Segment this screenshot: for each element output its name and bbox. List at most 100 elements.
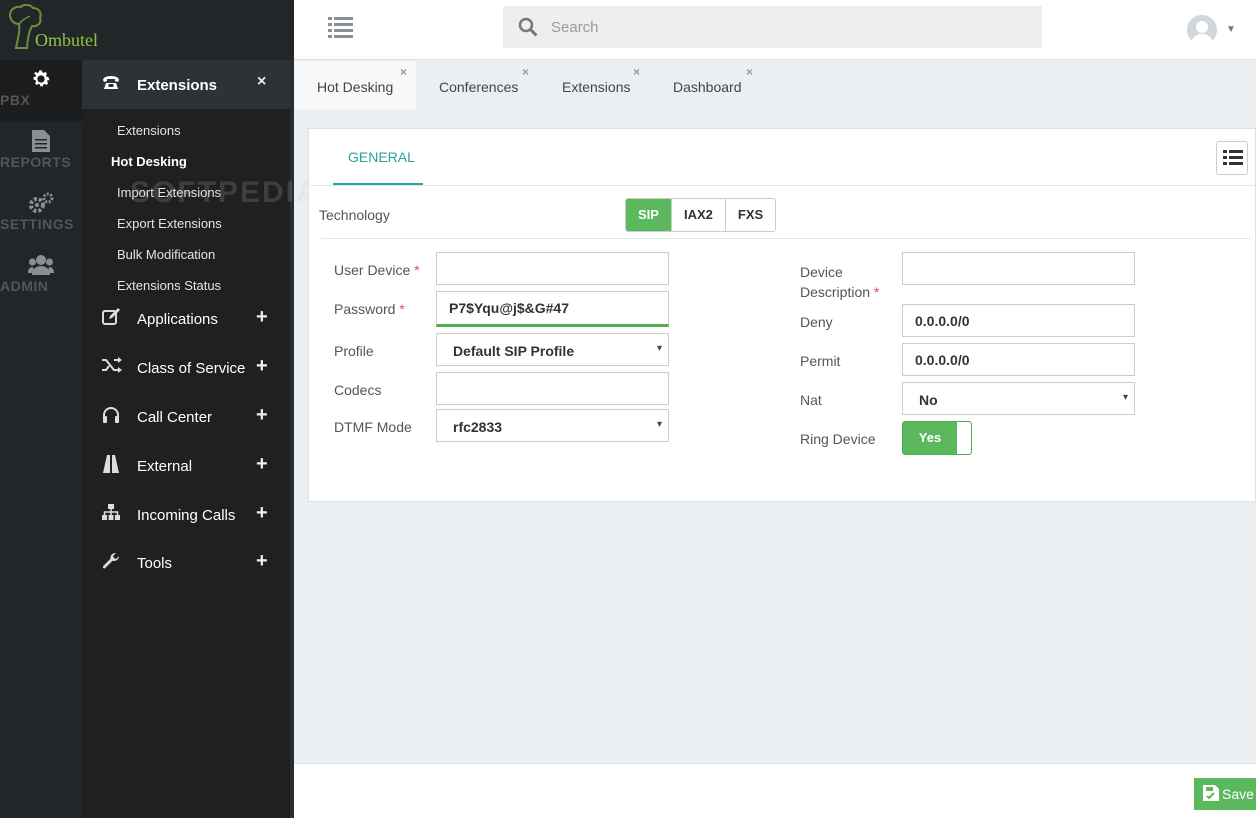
rail-item-admin[interactable]: ADMIN <box>0 246 82 308</box>
list-view-button[interactable] <box>1216 141 1248 175</box>
codecs-input[interactable] <box>436 372 669 405</box>
user-avatar[interactable] <box>1187 15 1217 45</box>
shuffle-icon <box>102 357 122 377</box>
rail-item-pbx[interactable]: PBX <box>0 60 82 122</box>
ring-device-toggle-state: Yes <box>903 422 957 454</box>
profile-select[interactable]: Default SIP Profile ▾ <box>436 333 669 366</box>
logo-area: Ombutel <box>0 0 294 60</box>
permit-label: Permit <box>800 353 841 369</box>
chevron-down-icon[interactable]: ▼ <box>1226 24 1236 35</box>
sidebar-header-extensions[interactable]: Extensions × <box>82 60 290 109</box>
technology-option-sip[interactable]: SIP <box>626 199 672 231</box>
expand-icon[interactable]: + <box>256 355 268 378</box>
ring-device-toggle[interactable]: Yes <box>902 421 972 455</box>
close-icon[interactable]: × <box>257 73 266 91</box>
password-input[interactable] <box>436 291 669 327</box>
sidebar-edge <box>290 60 294 818</box>
technology-label: Technology <box>319 207 390 223</box>
user-device-label-text: User Device <box>334 262 411 278</box>
user-device-label: User Device * <box>334 262 420 278</box>
expand-icon[interactable]: + <box>256 502 268 525</box>
wrench-icon <box>102 552 120 574</box>
tab-label: Hot Desking <box>317 79 394 95</box>
save-label: Save <box>1222 786 1254 802</box>
menu-label: Call Center <box>137 409 213 426</box>
rail-label: PBX <box>0 92 31 108</box>
menu-label: Tools <box>137 555 173 572</box>
codecs-label: Codecs <box>334 382 382 398</box>
edit-icon <box>102 308 120 330</box>
technology-option-fxs[interactable]: FXS <box>725 199 776 231</box>
sidebar-item-call-center[interactable]: Call Center + <box>82 404 290 434</box>
search-icon <box>518 17 538 42</box>
nat-label: Nat <box>800 392 822 408</box>
sidebar-subitem-extensions-status[interactable]: Extensions Status <box>117 278 221 293</box>
tab-dashboard[interactable]: Dashboard × <box>650 61 762 109</box>
search-input[interactable] <box>551 16 1021 38</box>
close-icon[interactable]: × <box>400 65 407 79</box>
deny-label: Deny <box>800 314 833 330</box>
dtmf-mode-select[interactable]: rfc2833 ▾ <box>436 409 669 442</box>
device-description-input[interactable] <box>902 252 1135 285</box>
tab-label: Conferences <box>439 79 519 95</box>
expand-icon[interactable]: + <box>256 404 268 427</box>
menu-label: Applications <box>137 311 218 328</box>
close-icon[interactable]: × <box>746 65 753 79</box>
tab-conferences[interactable]: Conferences × <box>416 61 538 109</box>
sidebar-item-applications[interactable]: Applications + <box>82 306 290 336</box>
divider <box>309 185 1256 186</box>
deny-input[interactable] <box>902 304 1135 337</box>
device-description-label: Device Description * <box>800 262 879 302</box>
expand-icon[interactable]: + <box>256 550 268 573</box>
sidebar-item-class-of-service[interactable]: Class of Service + <box>82 355 290 385</box>
nat-value: No <box>919 392 938 408</box>
sidebar-subitem-extensions[interactable]: Extensions <box>117 123 181 138</box>
sitemap-icon <box>102 504 120 524</box>
tab-label: Extensions <box>562 79 631 95</box>
close-icon[interactable]: × <box>522 65 529 79</box>
nat-select[interactable]: No ▾ <box>902 382 1135 415</box>
sidebar-subitem-bulk-modification[interactable]: Bulk Modification <box>117 247 215 262</box>
expand-icon[interactable]: + <box>256 453 268 476</box>
dtmf-mode-label: DTMF Mode <box>334 419 412 435</box>
tab-extensions[interactable]: Extensions × <box>539 61 649 109</box>
rail-item-settings[interactable]: SETTINGS <box>0 184 82 246</box>
list-icon <box>1223 150 1243 165</box>
document-icon <box>0 122 82 152</box>
expand-icon[interactable]: + <box>256 306 268 329</box>
rail-item-reports[interactable]: REPORTS <box>0 122 82 184</box>
sidebar-item-incoming-calls[interactable]: Incoming Calls + <box>82 502 290 532</box>
tab-general[interactable]: GENERAL <box>333 129 423 185</box>
technology-selector: SIP IAX2 FXS <box>625 198 777 232</box>
road-icon <box>102 455 120 477</box>
close-icon[interactable]: × <box>633 65 640 79</box>
sidebar-subitem-export-extensions[interactable]: Export Extensions <box>117 216 222 231</box>
required-mark: * <box>873 284 880 300</box>
dtmf-mode-value: rfc2833 <box>453 419 503 435</box>
rail-label: SETTINGS <box>0 216 75 232</box>
profile-label: Profile <box>334 343 374 359</box>
user-device-input[interactable] <box>436 252 669 285</box>
profile-value: Default SIP Profile <box>453 343 575 359</box>
tab-label: Dashboard <box>673 79 742 95</box>
pbx-sidebar: Extensions × Extensions Hot Desking Impo… <box>82 60 294 818</box>
tab-hot-desking[interactable]: Hot Desking × <box>294 61 416 109</box>
sidebar-subitem-hot-desking[interactable]: Hot Desking <box>111 154 187 169</box>
technology-option-iax2[interactable]: IAX2 <box>671 199 726 231</box>
chevron-down-icon: ▾ <box>1122 392 1128 403</box>
main-nav-rail: PBX REPORTS SETTINGS ADMIN <box>0 60 82 818</box>
device-description-label-line2: Description <box>800 284 871 300</box>
rail-label: ADMIN <box>0 278 49 294</box>
search-box <box>503 6 1042 48</box>
menu-toggle-icon[interactable] <box>328 17 353 44</box>
sidebar-item-tools[interactable]: Tools + <box>82 550 290 580</box>
ring-device-label: Ring Device <box>800 431 876 447</box>
sidebar-item-external[interactable]: External + <box>82 453 290 483</box>
password-label: Password * <box>334 301 405 317</box>
permit-input[interactable] <box>902 343 1135 376</box>
sidebar-subitem-import-extensions[interactable]: Import Extensions <box>117 185 221 200</box>
tab-bar: Hot Desking × Conferences × Extensions ×… <box>294 61 1256 109</box>
save-button[interactable]: Save <box>1194 778 1256 810</box>
users-icon <box>0 246 82 275</box>
tab-general-label: GENERAL <box>348 149 415 165</box>
